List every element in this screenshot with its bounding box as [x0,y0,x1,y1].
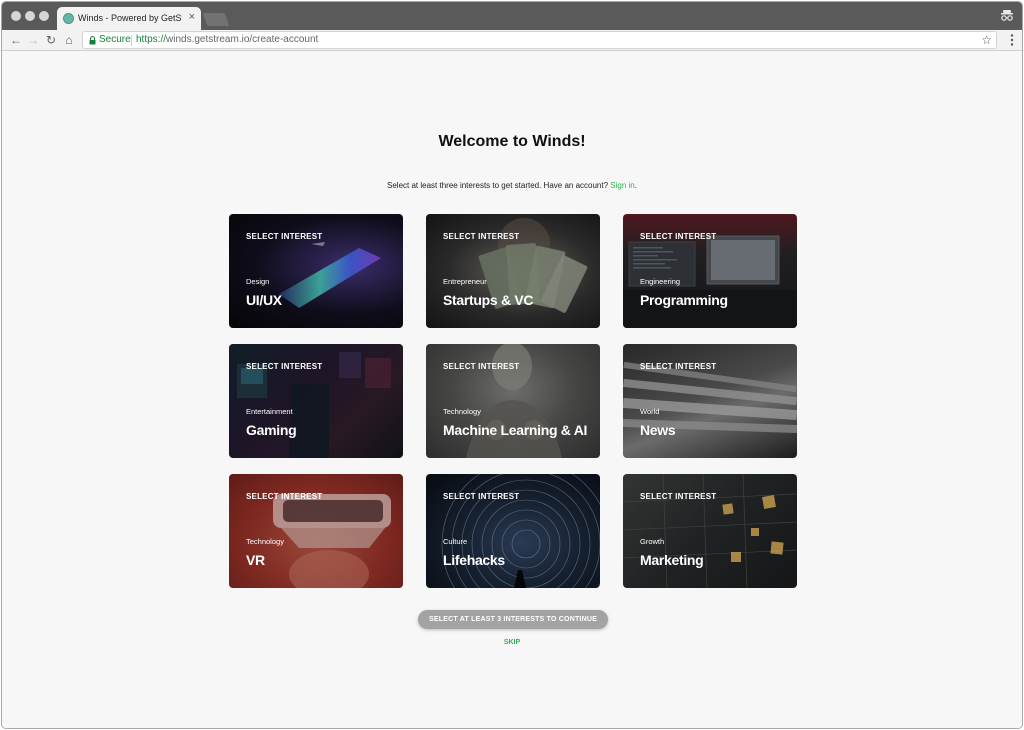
subtitle-text: Select at least three interests to get s… [387,181,609,190]
interest-title: Startups & VC [443,292,534,308]
address-separator [131,35,132,46]
interest-category: Technology [443,407,481,416]
minimize-window-icon[interactable] [25,11,35,21]
interest-title: Gaming [246,422,297,438]
interest-title: Programming [640,292,728,308]
interest-card-startups-vc[interactable]: SELECT INTEREST Entrepreneur Startups & … [426,214,600,328]
select-interest-label: SELECT INTEREST [246,232,323,241]
address-bar[interactable]: Secure https://winds.getstream.io/create… [82,31,997,49]
url-path: winds.getstream.io/create-account [166,34,319,45]
secure-label: Secure [99,34,131,45]
select-interest-label: SELECT INTEREST [640,232,717,241]
close-window-icon[interactable] [11,11,21,21]
interest-card-machine-learning[interactable]: SELECT INTEREST Technology Machine Learn… [426,344,600,458]
interest-category: Entrepreneur [443,277,487,286]
interest-title: Lifehacks [443,552,505,568]
tab-title: Winds - Powered by GetStream [78,13,182,23]
interest-title: Marketing [640,552,704,568]
page-subtitle: Select at least three interests to get s… [2,181,1022,190]
interest-title: VR [246,552,265,568]
sign-in-link[interactable]: Sign in [610,181,634,190]
browser-toolbar: ← → ↻ ⌂ Secure https://winds.getstream.i… [2,30,1022,51]
interest-card-programming[interactable]: SELECT INTEREST Engineering Programming [623,214,797,328]
bookmark-star-icon[interactable]: ☆ [981,33,992,47]
select-interest-label: SELECT INTEREST [246,492,323,501]
continue-button[interactable]: SELECT AT LEAST 3 INTERESTS TO CONTINUE [418,610,608,629]
browser-window: Winds - Powered by GetStream × ← → ↻ ⌂ S… [1,1,1023,729]
interest-title: Machine Learning & AI [443,422,588,438]
new-tab-button[interactable] [202,13,230,26]
browser-tab[interactable]: Winds - Powered by GetStream × [57,7,201,30]
interest-card-news[interactable]: SELECT INTEREST World News [623,344,797,458]
interest-card-vr[interactable]: SELECT INTEREST Technology VR [229,474,403,588]
tab-close-icon[interactable]: × [189,11,195,24]
interest-category: Technology [246,537,284,546]
interest-title: News [640,422,676,438]
interest-title: UI/UX [246,292,282,308]
forward-arrow-icon[interactable]: → [25,32,41,48]
reload-icon[interactable]: ↻ [43,32,59,48]
select-interest-label: SELECT INTEREST [443,492,520,501]
url-text[interactable]: https://winds.getstream.io/create-accoun… [136,34,318,45]
interest-category: Engineering [640,277,681,286]
more-menu-icon[interactable] [1010,33,1014,47]
skip-link[interactable]: SKIP [2,639,1022,646]
home-icon[interactable]: ⌂ [61,32,77,48]
interest-category: World [640,407,660,416]
lock-icon [89,36,96,45]
incognito-profile-icon[interactable] [1000,8,1014,22]
interest-card-gaming[interactable]: SELECT INTEREST Entertainment Gaming [229,344,403,458]
url-scheme: https:// [136,34,167,45]
select-interest-label: SELECT INTEREST [246,362,323,371]
favicon-icon [63,13,74,24]
interest-category: Entertainment [246,407,293,416]
select-interest-label: SELECT INTEREST [640,362,717,371]
back-arrow-icon[interactable]: ← [8,32,24,48]
interest-category: Design [246,277,270,286]
select-interest-label: SELECT INTEREST [640,492,717,501]
page-title: Welcome to Winds! [438,133,586,150]
interest-grid: SELECT INTEREST Design UI/UX SELECT INTE… [229,214,797,588]
interest-card-uiux[interactable]: SELECT INTEREST Design UI/UX [229,214,403,328]
select-interest-label: SELECT INTEREST [443,232,520,241]
subtitle-end: . [634,181,637,190]
interest-category: Culture [443,537,468,546]
interest-card-lifehacks[interactable]: SELECT INTEREST Culture Lifehacks [426,474,600,588]
interest-card-marketing[interactable]: SELECT INTEREST Growth Marketing [623,474,797,588]
interest-category: Growth [640,537,665,546]
title-bar: Winds - Powered by GetStream × [2,2,1022,30]
page-content: Welcome to Winds! Select at least three … [2,51,1022,728]
select-interest-label: SELECT INTEREST [443,362,520,371]
maximize-window-icon[interactable] [39,11,49,21]
